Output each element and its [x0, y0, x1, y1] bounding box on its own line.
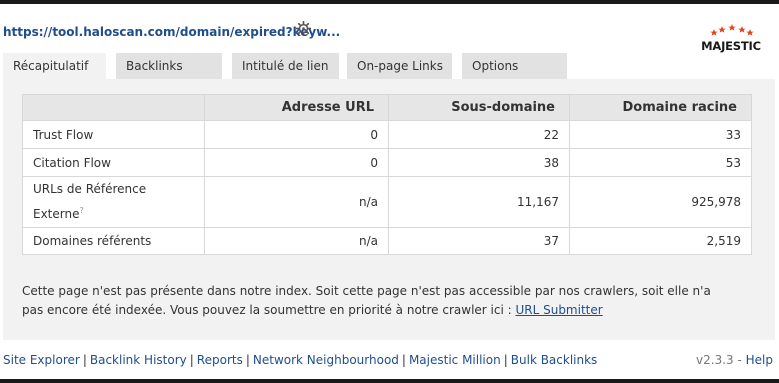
gear-icon[interactable]	[296, 21, 311, 36]
metrics-table: Adresse URL Sous-domaine Domaine racine …	[22, 94, 752, 255]
help-icon[interactable]: ?	[79, 206, 83, 215]
column-header-root-domain: Domaine racine	[569, 94, 752, 121]
cell-value: 53	[569, 148, 752, 177]
cell-value: 33	[569, 120, 752, 149]
index-notice: Cette page n'est pas présente dans notre…	[22, 282, 732, 320]
bottom-border	[0, 379, 779, 383]
row-label: Domaines référents	[22, 227, 205, 255]
table-row: Trust Flow 0 22 33	[22, 120, 752, 149]
row-label-line1: URLs de Référence	[33, 182, 147, 196]
table-row: Domaines référents n/a 37 2,519	[22, 227, 752, 255]
footer-link-majestic-million[interactable]: Majestic Million	[409, 353, 501, 367]
footer-link-reports[interactable]: Reports	[197, 353, 243, 367]
cell-value: 22	[388, 120, 570, 149]
row-label: URLs de Référence Externe?	[22, 176, 205, 228]
cell-value: n/a	[204, 227, 389, 255]
notice-text: Cette page n'est pas présente dans notre…	[22, 284, 711, 317]
cell-value: 0	[204, 148, 389, 177]
cell-value: 2,519	[569, 227, 752, 255]
footer-link-site-explorer[interactable]: Site Explorer	[3, 353, 80, 367]
tab-on-page-links[interactable]: On-page Links	[347, 53, 452, 79]
domain-url-link[interactable]: https://tool.haloscan.com/domain/expired…	[3, 25, 340, 39]
header: https://tool.haloscan.com/domain/expired…	[0, 4, 779, 53]
majestic-logo[interactable]: MAJESTIC	[696, 23, 766, 57]
cell-value: 37	[388, 227, 570, 255]
cell-value: 38	[388, 148, 570, 177]
cell-value: n/a	[204, 176, 389, 228]
version-info: v2.3.3 - Help	[696, 353, 773, 367]
version-label: v2.3.3	[696, 353, 734, 367]
column-header-subdomain: Sous-domaine	[388, 94, 570, 121]
separator: |	[189, 353, 194, 367]
row-label: Citation Flow	[22, 148, 205, 177]
separator: |	[401, 353, 406, 367]
separator: |	[503, 353, 508, 367]
url-submitter-link[interactable]: URL Submitter	[515, 303, 602, 317]
footer-link-network-neighbourhood[interactable]: Network Neighbourhood	[253, 353, 399, 367]
footer-link-backlink-history[interactable]: Backlink History	[90, 353, 187, 367]
footer-link-bulk-backlinks[interactable]: Bulk Backlinks	[511, 353, 598, 367]
row-label-line2: Externe	[33, 207, 80, 221]
separator: |	[245, 353, 250, 367]
cell-value: 925,978	[569, 176, 752, 228]
table-header-row: Adresse URL Sous-domaine Domaine racine	[22, 94, 752, 121]
tab-recapitulatif[interactable]: Récapitulatif	[3, 53, 106, 79]
table-row: URLs de Référence Externe? n/a 11,167 92…	[22, 176, 752, 228]
tab-backlinks[interactable]: Backlinks	[116, 53, 222, 79]
row-label: Trust Flow	[22, 120, 205, 149]
separator: |	[82, 353, 87, 367]
tab-intitule-de-lien[interactable]: Intitulé de lien	[232, 53, 339, 79]
stars-icon	[710, 24, 754, 36]
logo-wordmark: MAJESTIC	[701, 39, 761, 53]
cell-value: 0	[204, 120, 389, 149]
help-link[interactable]: Help	[746, 353, 773, 367]
tab-options[interactable]: Options	[462, 53, 567, 79]
column-header-url: Adresse URL	[204, 94, 389, 121]
summary-panel: Adresse URL Sous-domaine Domaine racine …	[3, 79, 775, 340]
table-row: Citation Flow 0 38 53	[22, 148, 752, 177]
footer: Site Explorer | Backlink History | Reports | N…	[3, 353, 776, 369]
cell-value: 11,167	[388, 176, 570, 228]
column-header-blank	[22, 94, 205, 121]
